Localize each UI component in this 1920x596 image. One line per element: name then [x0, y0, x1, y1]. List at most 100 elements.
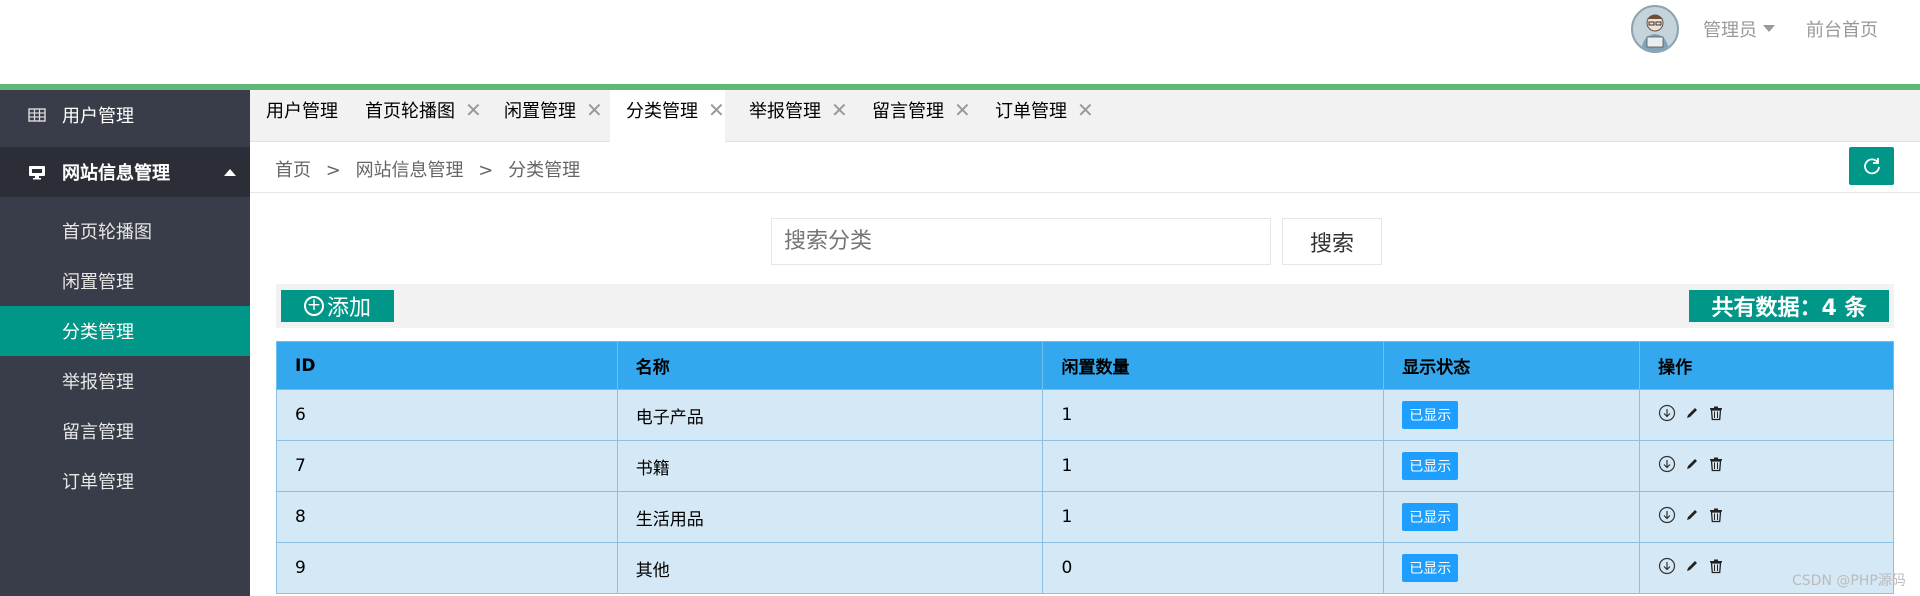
breadcrumb: 首页 > 网站信息管理 > 分类管理 [275, 156, 580, 182]
status-badge[interactable]: 已显示 [1402, 401, 1459, 429]
tab-carousel[interactable]: 首页轮播图 ✕ [349, 90, 482, 130]
cell-id: 8 [276, 491, 618, 543]
breadcrumb-separator: > [325, 160, 341, 181]
breadcrumb-site-info[interactable]: 网站信息管理 [356, 160, 464, 181]
status-badge[interactable]: 已显示 [1402, 503, 1459, 531]
add-category-button[interactable]: + 添加 [281, 290, 394, 322]
sidebar-subitem-category[interactable]: 分类管理 [0, 306, 250, 356]
user-menu-label[interactable]: 管理员 [1703, 16, 1757, 42]
sidebar-subitem-message[interactable]: 留言管理 [0, 406, 250, 456]
cell-actions [1639, 491, 1894, 543]
chevron-down-icon[interactable] [1763, 25, 1775, 32]
chevron-up-icon[interactable] [224, 169, 236, 176]
avatar[interactable] [1631, 5, 1679, 53]
sidebar-subitem-report[interactable]: 举报管理 [0, 356, 250, 406]
tab-idle[interactable]: 闲置管理 ✕ [488, 90, 603, 130]
cell-status: 已显示 [1383, 440, 1641, 492]
download-circle-icon[interactable] [1658, 455, 1676, 473]
cell-status: 已显示 [1383, 491, 1641, 543]
cell-id: 9 [276, 542, 618, 594]
cell-name: 书籍 [616, 440, 1044, 492]
cell-count: 1 [1042, 389, 1385, 441]
tab-category[interactable]: 分类管理 ✕ [610, 90, 725, 142]
download-circle-icon[interactable] [1658, 506, 1676, 524]
breadcrumb-divider [250, 192, 1920, 193]
table-row: 6 电子产品 1 已显示 [276, 389, 1894, 441]
tab-order[interactable]: 订单管理 ✕ [979, 90, 1094, 130]
cell-count: 1 [1042, 440, 1385, 492]
search-button[interactable]: 搜索 [1282, 218, 1382, 265]
table-toolbar: + 添加 共有数据：4 条 [276, 284, 1894, 328]
close-icon[interactable]: ✕ [1077, 98, 1094, 122]
table-row: 7 书籍 1 已显示 [276, 440, 1894, 492]
close-icon[interactable]: ✕ [465, 98, 482, 122]
sidebar-item-label: 分类管理 [62, 322, 134, 343]
sidebar-item-label: 网站信息管理 [62, 163, 170, 184]
sidebar-item-label: 闲置管理 [62, 272, 134, 293]
sidebar-item-label: 留言管理 [62, 422, 134, 443]
refresh-icon [1863, 158, 1880, 175]
sidebar-item-users[interactable]: 用户管理 [0, 90, 250, 140]
sidebar-item-label: 订单管理 [62, 472, 134, 493]
tab-bar: 用户管理 首页轮播图 ✕ 闲置管理 ✕ 分类管理 ✕ 举报管理 ✕ 留言管理 ✕… [250, 90, 1920, 142]
column-header-actions: 操作 [1639, 341, 1894, 390]
watermark: CSDN @PHP源码 [1792, 573, 1906, 589]
trash-icon[interactable] [1708, 456, 1724, 472]
edit-pencil-icon[interactable] [1684, 558, 1700, 574]
breadcrumb-current: 分类管理 [508, 160, 581, 181]
status-badge[interactable]: 已显示 [1402, 554, 1459, 582]
tab-label: 分类管理 [626, 101, 698, 122]
monitor-icon [29, 166, 45, 180]
table-header-row: ID 名称 闲置数量 显示状态 操作 [276, 341, 1894, 390]
edit-pencil-icon[interactable] [1684, 507, 1700, 523]
plus-circle-icon: + [303, 296, 324, 316]
add-button-label: 添加 [326, 296, 371, 321]
category-table: ID 名称 闲置数量 显示状态 操作 6 电子产品 1 已显示 7 书籍 1 已… [276, 341, 1894, 594]
close-icon[interactable]: ✕ [708, 98, 725, 122]
cell-status: 已显示 [1383, 389, 1641, 441]
column-header-name: 名称 [616, 341, 1044, 390]
edit-pencil-icon[interactable] [1684, 456, 1700, 472]
sidebar-subitem-carousel[interactable]: 首页轮播图 [0, 206, 250, 256]
table-row: 8 生活用品 1 已显示 [276, 491, 1894, 543]
cell-actions [1639, 389, 1894, 441]
tab-label: 用户管理 [266, 101, 338, 122]
sidebar-subitem-order[interactable]: 订单管理 [0, 456, 250, 506]
sidebar-item-label: 用户管理 [62, 106, 134, 127]
sidebar-subitem-idle[interactable]: 闲置管理 [0, 256, 250, 306]
download-circle-icon[interactable] [1658, 404, 1676, 422]
tab-message[interactable]: 留言管理 ✕ [856, 90, 971, 130]
cell-name: 其他 [616, 542, 1044, 594]
trash-icon[interactable] [1708, 405, 1724, 421]
cell-name: 生活用品 [616, 491, 1044, 543]
edit-pencil-icon[interactable] [1684, 405, 1700, 421]
column-header-status: 显示状态 [1383, 341, 1641, 390]
cell-actions [1639, 440, 1894, 492]
cell-count: 0 [1042, 542, 1385, 594]
status-badge[interactable]: 已显示 [1402, 452, 1459, 480]
sidebar: 用户管理 网站信息管理 首页轮播图 闲置管理 分类管理 举报管理 留言管理 订单… [0, 90, 250, 596]
tab-label: 首页轮播图 [365, 101, 455, 122]
breadcrumb-home[interactable]: 首页 [275, 160, 311, 181]
sidebar-item-label: 首页轮播图 [62, 222, 152, 243]
search-input[interactable] [771, 218, 1271, 265]
cell-id: 6 [276, 389, 618, 441]
top-header: 管理员 前台首页 [0, 0, 1920, 84]
user-avatar-icon [1633, 7, 1677, 51]
tab-label: 闲置管理 [504, 101, 576, 122]
tab-users[interactable]: 用户管理 [250, 90, 338, 130]
sidebar-item-site-info[interactable]: 网站信息管理 [0, 147, 250, 197]
cell-status: 已显示 [1383, 542, 1641, 594]
refresh-button[interactable] [1849, 147, 1894, 185]
close-icon[interactable]: ✕ [586, 98, 603, 122]
tab-report[interactable]: 举报管理 ✕ [733, 90, 848, 130]
close-icon[interactable]: ✕ [831, 98, 848, 122]
breadcrumb-separator: > [478, 160, 494, 181]
download-circle-icon[interactable] [1658, 557, 1676, 575]
front-page-link[interactable]: 前台首页 [1806, 16, 1878, 42]
column-header-id: ID [276, 341, 618, 390]
trash-icon[interactable] [1708, 507, 1724, 523]
table-icon [28, 108, 46, 122]
trash-icon[interactable] [1708, 558, 1724, 574]
close-icon[interactable]: ✕ [954, 98, 971, 122]
